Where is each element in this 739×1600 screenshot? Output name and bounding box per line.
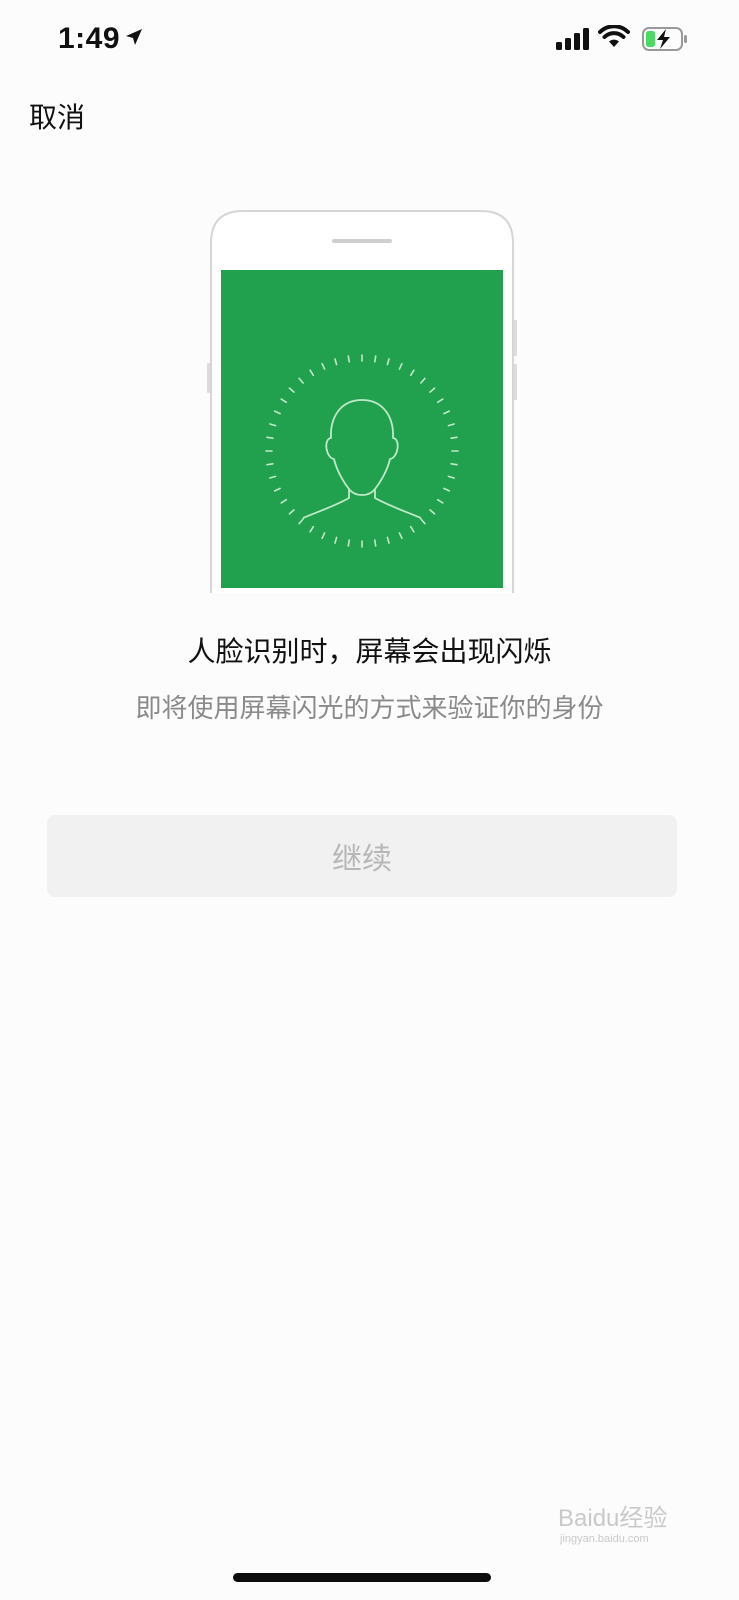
- scan-ring-tick: [374, 355, 377, 363]
- scan-ring-tick: [266, 436, 274, 439]
- scan-ring-tick: [450, 436, 458, 439]
- continue-button[interactable]: 继续: [47, 815, 677, 897]
- page-subtitle: 即将使用屏幕闪光的方式来验证你的身份: [135, 694, 604, 724]
- home-indicator[interactable]: [233, 1573, 491, 1582]
- battery-charging-icon: [642, 27, 687, 51]
- page-title: 人脸识别时，屏幕会出现闪烁: [187, 635, 552, 668]
- scan-ring-tick: [347, 539, 350, 547]
- scan-ring-tick: [266, 463, 274, 466]
- signal-bars-icon: [556, 28, 589, 50]
- cancel-button[interactable]: 取消: [29, 96, 85, 136]
- location-arrow-icon: [126, 29, 142, 45]
- scan-ring-tick: [374, 539, 377, 547]
- status-bar: 1:49: [0, 0, 739, 82]
- scan-ring-tick: [450, 463, 458, 466]
- baidu-watermark: Baidu经验 jingyan.baidu.com: [558, 1498, 667, 1545]
- phone-face-illustration: [207, 210, 517, 593]
- scan-ring-tick: [347, 355, 350, 363]
- watermark-url: jingyan.baidu.com: [560, 1533, 649, 1545]
- status-time: 1:49: [58, 22, 121, 55]
- watermark-brand: Baidu经验: [558, 1505, 668, 1532]
- wifi-icon: [598, 25, 630, 47]
